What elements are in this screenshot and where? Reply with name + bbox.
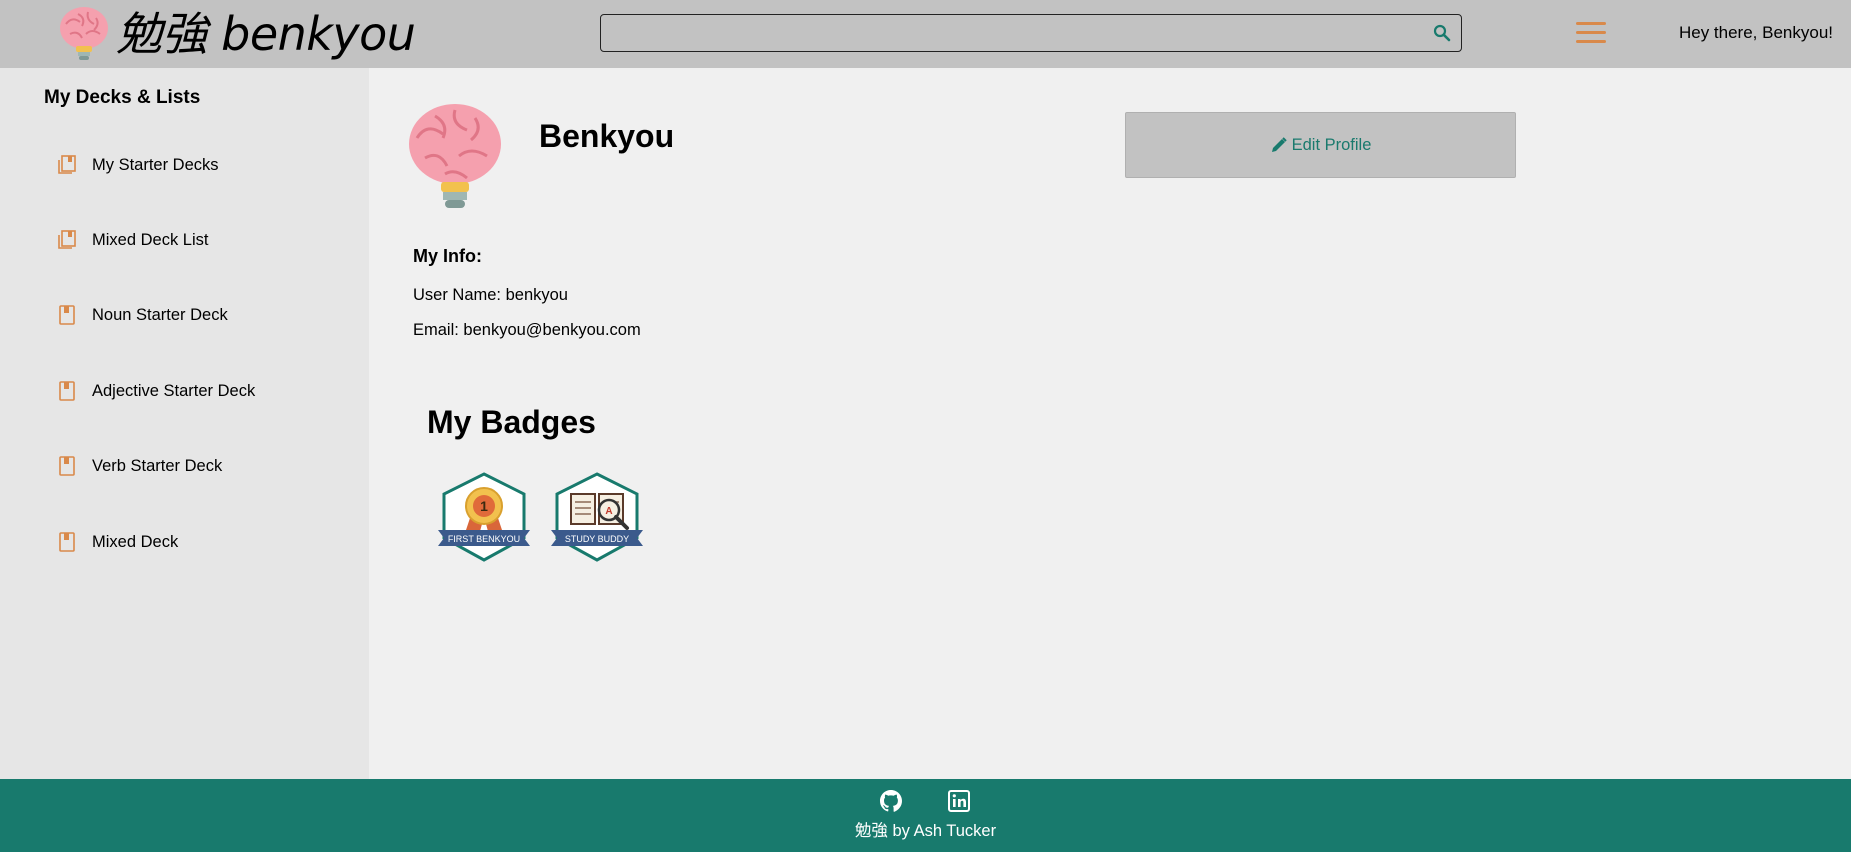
sidebar-item-label: My Starter Decks	[92, 155, 219, 174]
study-buddy-badge-icon: A STUDY BUDDY	[551, 472, 643, 562]
sidebar-item-adjective-starter-deck[interactable]: Adjective Starter Deck	[56, 376, 255, 406]
badge-label: FIRST BENKYOU	[448, 534, 520, 544]
sidebar-item-mixed-deck[interactable]: Mixed Deck	[56, 527, 178, 557]
user-greeting: Hey there, Benkyou!	[1678, 23, 1833, 42]
profile-name: Benkyou	[539, 118, 675, 154]
logo-text: 勉強 benkyou	[116, 7, 416, 61]
sidebar-title: My Decks & Lists	[44, 87, 201, 108]
hamburger-menu-icon[interactable]	[1576, 22, 1606, 46]
user-name-text: User Name: benkyou	[413, 286, 568, 304]
sidebar-item-label: Mixed Deck List	[92, 230, 209, 249]
sidebar-item-mixed-deck-list[interactable]: Mixed Deck List	[56, 225, 208, 255]
sidebar-item-my-starter-decks[interactable]: My Starter Decks	[56, 150, 219, 180]
avatar	[409, 104, 501, 208]
badge-emblem-number: 1	[480, 498, 488, 514]
first-benkyou-badge-icon: 1 FIRST BENKYOU	[438, 472, 530, 562]
profile-main: Benkyou Edit Profile My Info: User Name:…	[369, 68, 1851, 779]
logo[interactable]: 勉強 benkyou	[58, 4, 416, 64]
edit-profile-button[interactable]: Edit Profile	[1125, 112, 1516, 178]
deck-icon	[59, 305, 75, 325]
footer-credit: 勉強 by Ash Tucker	[854, 822, 997, 840]
linkedin-icon[interactable]	[948, 790, 970, 812]
sidebar: My Decks & Lists My Starter Decks Mixed …	[0, 68, 369, 779]
top-bar: 勉強 benkyou Hey there, Benkyou!	[0, 0, 1851, 69]
deck-stack-icon	[58, 155, 76, 174]
search-icon[interactable]	[1433, 24, 1451, 42]
sidebar-item-label: Mixed Deck	[92, 532, 179, 551]
my-info-heading: My Info:	[413, 246, 482, 266]
badge-label: STUDY BUDDY	[565, 534, 629, 544]
sidebar-item-noun-starter-deck[interactable]: Noun Starter Deck	[56, 300, 228, 330]
sidebar-item-label: Adjective Starter Deck	[92, 381, 256, 400]
email-text: Email: benkyou@benkyou.com	[413, 321, 641, 339]
footer: 勉強 by Ash Tucker	[0, 779, 1851, 852]
deck-icon	[59, 456, 75, 476]
github-icon[interactable]	[879, 789, 903, 813]
badge-emblem-text: A	[605, 506, 612, 517]
search-input[interactable]	[600, 14, 1462, 52]
sidebar-item-label: Verb Starter Deck	[92, 456, 223, 475]
badges-heading: My Badges	[427, 404, 596, 440]
deck-icon	[59, 381, 75, 401]
sidebar-item-verb-starter-deck[interactable]: Verb Starter Deck	[56, 451, 222, 481]
deck-icon	[59, 532, 75, 552]
pencil-icon	[1271, 137, 1287, 152]
sidebar-item-label: Noun Starter Deck	[92, 305, 228, 324]
edit-profile-label: Edit Profile	[1291, 135, 1372, 154]
deck-stack-icon	[58, 230, 76, 249]
brain-lightbulb-icon	[60, 7, 108, 60]
